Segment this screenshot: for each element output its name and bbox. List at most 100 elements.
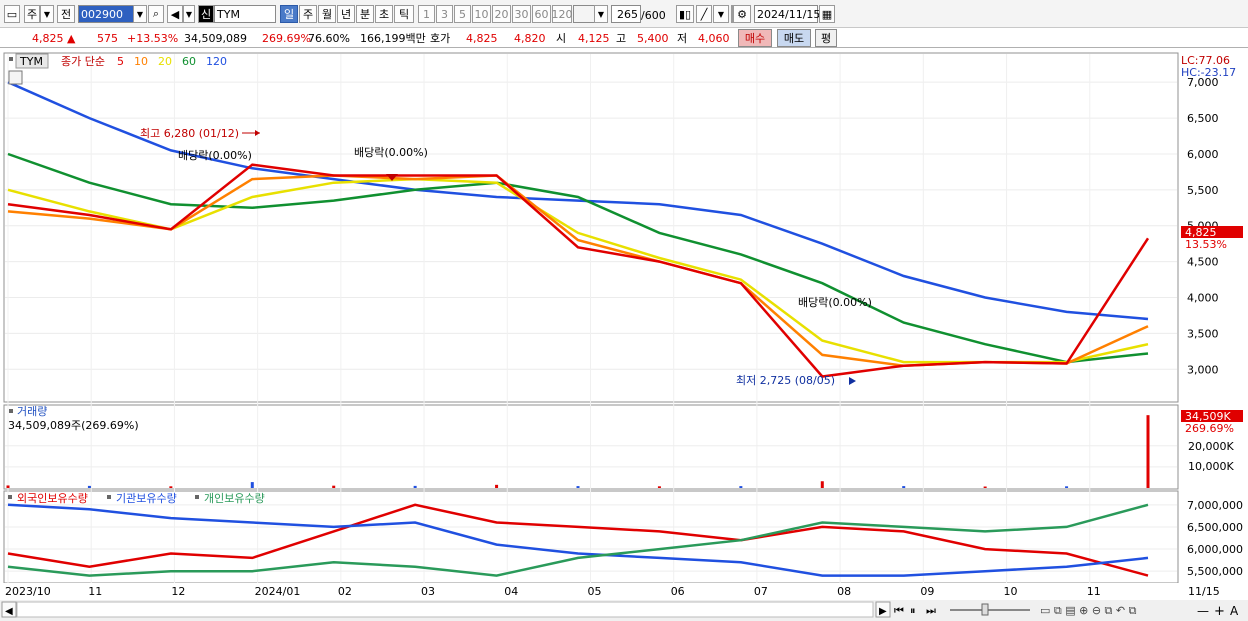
zoom-out-icon[interactable]: — xyxy=(1197,604,1209,618)
interval-label: 5 xyxy=(459,7,466,21)
buy-button[interactable]: 매수 xyxy=(738,29,772,47)
price: 4,825 xyxy=(32,31,64,45)
pause-icon[interactable]: ⏸ xyxy=(910,604,916,617)
period-label: 주 xyxy=(302,8,314,21)
panel-marker-icon xyxy=(9,57,13,61)
volume-bar xyxy=(250,482,254,488)
volume-info: 34,509,089주(269.69%) xyxy=(8,419,139,432)
zoom-slider-track[interactable] xyxy=(950,609,1030,611)
speaker-icon[interactable]: ◀ xyxy=(167,5,183,23)
price-tick: 5,500 xyxy=(1187,184,1219,197)
interval-button[interactable]: 120 xyxy=(552,5,573,23)
table-icon[interactable] xyxy=(8,70,23,85)
ma-legend-item: 10 xyxy=(134,55,148,68)
chevron-right-icon: ▶ xyxy=(879,606,887,617)
amount: 166,199백만 xyxy=(360,32,426,45)
volume-bar xyxy=(169,486,173,488)
ma-legend-item: 60 xyxy=(182,55,196,68)
avg-button[interactable]: 평 xyxy=(815,29,837,47)
chevron-down-icon[interactable]: ▼ xyxy=(183,5,195,23)
period-minute[interactable]: 분 xyxy=(356,5,374,23)
interval-button[interactable]: 30 xyxy=(512,5,531,23)
volume-bar xyxy=(657,486,661,488)
date-input[interactable]: 2024/11/15 xyxy=(754,5,821,23)
volume-panel xyxy=(3,404,1179,490)
prefix-button[interactable]: 전 xyxy=(57,5,75,23)
count-input[interactable]: 265 xyxy=(611,5,641,23)
chevron-down-icon[interactable]: ▼ xyxy=(40,5,54,23)
low-annotation: 최저 2,725 (08/05) xyxy=(736,374,835,387)
zoom-slider-handle[interactable] xyxy=(981,603,989,616)
open-value: 4,125 xyxy=(578,31,610,45)
holding-legend: 외국인보유수량 기관보유수량 개인보유수량 xyxy=(8,492,265,505)
period-day[interactable]: 일 xyxy=(280,5,298,23)
type-select[interactable]: 주 xyxy=(24,5,40,23)
change: 575 xyxy=(97,31,118,45)
layout-icons[interactable]: ▭ ⧉ ▤ ⊕ ⊖ ⧉ ↶ ⧉ xyxy=(1040,604,1137,617)
chevron-down-icon[interactable]: ▼ xyxy=(594,5,608,23)
panel-marker-icon xyxy=(9,409,13,413)
quote-bar: 4,825 ▲ 575 +13.53% 34,509,089 269.69% 7… xyxy=(0,28,1248,48)
interval-button[interactable]: 60 xyxy=(532,5,551,23)
up-arrow-icon: ▲ xyxy=(67,31,76,45)
high-value: 5,400 xyxy=(637,31,669,45)
candle-icon[interactable]: ▮▯ xyxy=(676,5,694,23)
draw-line-icon[interactable]: ╱ xyxy=(696,5,712,23)
calendar-icon[interactable]: ▦ xyxy=(819,5,835,23)
interval-button[interactable]: 5 xyxy=(454,5,471,23)
search-icon[interactable]: ⌕ xyxy=(148,5,164,23)
interval-label: 30 xyxy=(514,7,529,21)
holding-legend-item: 외국인보유수량 xyxy=(17,492,88,505)
price-tick: 3,000 xyxy=(1187,363,1219,376)
sell-button[interactable]: 매도 xyxy=(777,29,811,47)
stock-chart[interactable]: TYM 종가 단순 5 10 20 60 120 LC:77.06 HC:-23.17 … xyxy=(0,48,1248,621)
period-second[interactable]: 초 xyxy=(375,5,393,23)
period-label: 틱 xyxy=(398,8,410,21)
scroll-track[interactable] xyxy=(16,601,874,618)
x-tick: 11 xyxy=(88,585,102,598)
date-value: 2024/11/15 xyxy=(757,7,821,21)
hoga1: 4,825 xyxy=(466,31,498,45)
volume-ratio: 269.69% xyxy=(262,31,311,45)
holding-legend-item: 개인보유수량 xyxy=(204,492,265,505)
period-tick[interactable]: 틱 xyxy=(394,5,414,23)
volume-bar xyxy=(983,486,987,488)
market-badge: 신 xyxy=(198,5,214,23)
interval-button[interactable]: 10 xyxy=(472,5,491,23)
stock-tag: TYM xyxy=(19,55,43,68)
chevron-down-icon[interactable]: ▼ xyxy=(713,5,729,23)
holding-tick: 6,000,000 xyxy=(1187,543,1243,556)
chevron-down-icon[interactable]: ▼ xyxy=(133,5,147,23)
interval-button[interactable]: 20 xyxy=(492,5,511,23)
interval-label: 60 xyxy=(534,7,549,21)
period-label: 년 xyxy=(340,8,352,21)
legend-marker-icon xyxy=(107,495,111,499)
x-tick: 10 xyxy=(1004,585,1018,598)
interval-button[interactable]: 1 xyxy=(418,5,435,23)
gear-icon[interactable]: ⚙ xyxy=(733,5,751,23)
x-tick: 04 xyxy=(504,585,518,598)
change-pct: +13.53% xyxy=(127,31,179,45)
legend-marker-icon xyxy=(195,495,199,499)
stock-name-field[interactable]: TYM xyxy=(214,5,276,23)
count-value: 265 xyxy=(617,7,638,21)
auto-scale-icon[interactable]: A xyxy=(1230,604,1239,618)
period-year[interactable]: 년 xyxy=(337,5,355,23)
volume-bar xyxy=(87,485,91,488)
stock-code-input[interactable]: 002900 xyxy=(78,5,134,23)
low-value: 4,060 xyxy=(698,31,730,45)
period-label: 일 xyxy=(283,8,295,21)
forward-icon[interactable]: ⏭ xyxy=(926,604,936,617)
volume-bar xyxy=(332,485,336,488)
zoom-in-icon[interactable]: + xyxy=(1214,604,1225,619)
period-month[interactable]: 월 xyxy=(318,5,336,23)
interval-button[interactable]: 3 xyxy=(436,5,453,23)
period-week[interactable]: 주 xyxy=(299,5,317,23)
rewind-icon[interactable]: ⏮ xyxy=(894,604,904,617)
holding-tick: 6,500,000 xyxy=(1187,521,1243,534)
dividend-annotation-1: 배당락(0.00%) xyxy=(178,149,252,162)
ma-legend-item: 5 xyxy=(117,55,124,68)
window-icon[interactable]: ▭ xyxy=(4,5,20,23)
volume-bar xyxy=(413,485,417,488)
interval-label: 1 xyxy=(423,7,430,21)
